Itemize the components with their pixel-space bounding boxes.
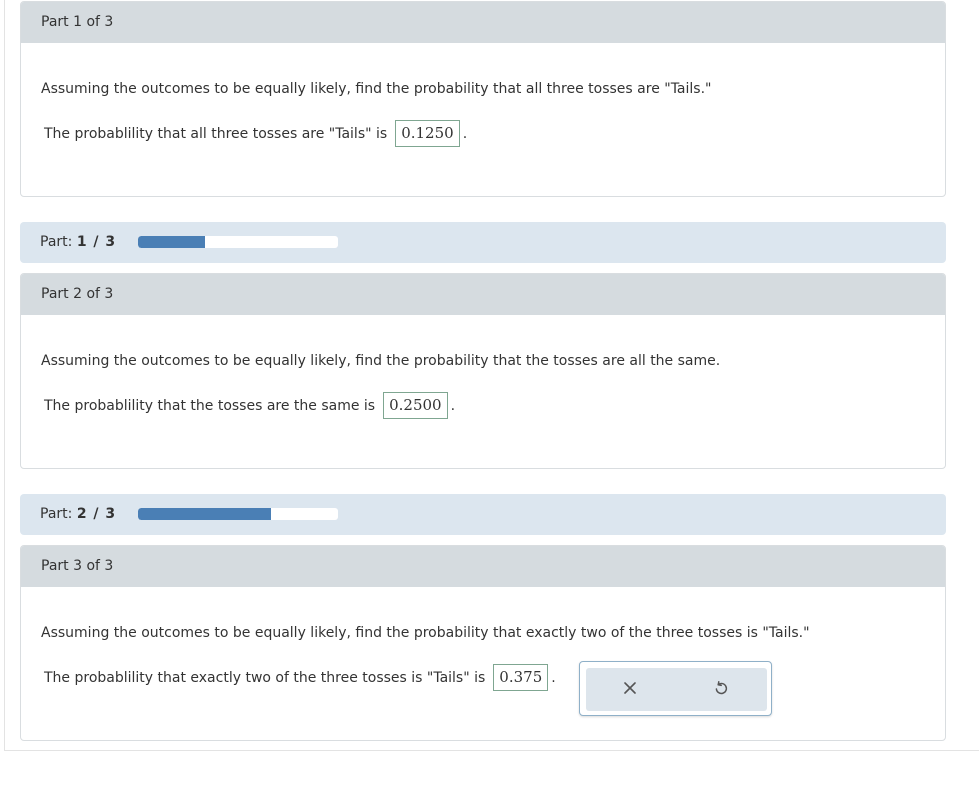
answer-action-popup [579, 661, 772, 716]
part-1-answer-input[interactable]: 0.1250 [395, 120, 460, 147]
part-3-answer-line: The probablility that exactly two of the… [44, 664, 556, 691]
part-3-question: Assuming the outcomes to be equally like… [41, 625, 810, 641]
part-1-header: Part 1 of 3 [21, 2, 945, 43]
part-2-answer-input[interactable]: 0.2500 [383, 392, 448, 419]
progress-count: 1 / 3 [76, 234, 117, 250]
answer-action-bar [586, 668, 767, 711]
part-3-answer-input[interactable]: 0.375 [493, 664, 549, 691]
part-1-question: Assuming the outcomes to be equally like… [41, 81, 712, 97]
undo-icon [713, 680, 729, 700]
part-1-panel: Part 1 of 3 Assuming the outcomes to be … [20, 1, 946, 197]
part-3-header: Part 3 of 3 [21, 546, 945, 587]
part-1-answer-suffix: . [462, 125, 468, 142]
part-3-answer-prefix: The probablility that exactly two of the… [44, 669, 486, 686]
close-icon [623, 680, 637, 699]
part-3-answer-suffix: . [551, 669, 556, 686]
undo-button[interactable] [696, 668, 746, 711]
part-2-answer-suffix: . [450, 397, 456, 414]
part-2-question: Assuming the outcomes to be equally like… [41, 353, 721, 369]
part-2-answer-line: The probablility that the tosses are the… [44, 392, 455, 419]
part-2-panel: Part 2 of 3 Assuming the outcomes to be … [20, 273, 946, 469]
progress-label-text: Part: [40, 234, 73, 250]
clear-button[interactable] [605, 668, 655, 711]
progress-label-1: Part: 1 / 3 [40, 222, 116, 263]
part-3-panel: Part 3 of 3 Assuming the outcomes to be … [20, 545, 946, 741]
progress-label-2: Part: 2 / 3 [40, 494, 116, 535]
progress-fill-1 [138, 236, 205, 248]
part-2-answer-prefix: The probablility that the tosses are the… [44, 397, 376, 414]
part-1-answer-line: The probablility that all three tosses a… [44, 120, 467, 147]
progress-bar-1 [138, 236, 338, 248]
progress-label-text: Part: [40, 506, 73, 522]
part-1-answer-prefix: The probablility that all three tosses a… [44, 125, 388, 142]
problem-page: Part 1 of 3 Assuming the outcomes to be … [4, 0, 979, 751]
part-2-header: Part 2 of 3 [21, 274, 945, 315]
progress-strip-2: Part: 2 / 3 [20, 494, 946, 535]
progress-bar-2 [138, 508, 338, 520]
progress-count: 2 / 3 [76, 506, 117, 522]
progress-strip-1: Part: 1 / 3 [20, 222, 946, 263]
progress-fill-2 [138, 508, 272, 520]
